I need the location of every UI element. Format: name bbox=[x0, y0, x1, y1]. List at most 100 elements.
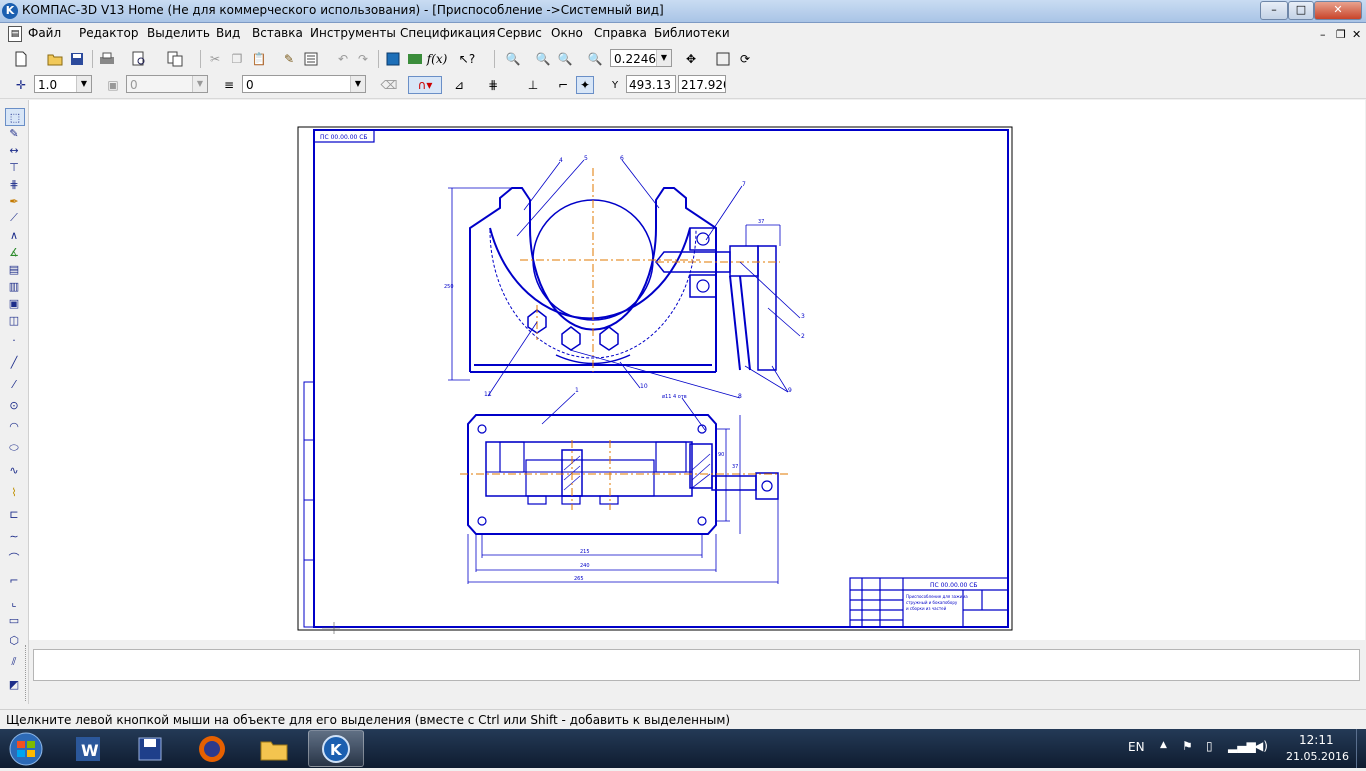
window-titlebar[interactable]: K КОМПАС-3D V13 Home (Не для коммерческо… bbox=[0, 0, 1366, 23]
flag-icon[interactable]: ⚑ bbox=[1182, 739, 1193, 753]
editing-icon[interactable]: ⋕ bbox=[5, 176, 23, 192]
kompas-app-icon[interactable]: K bbox=[2, 3, 18, 19]
mdi-close-button[interactable]: ✕ bbox=[1352, 28, 1361, 41]
close-button[interactable]: ✕ bbox=[1314, 1, 1362, 20]
zoom-in-icon[interactable]: 🔍 bbox=[534, 50, 552, 68]
word-icon[interactable]: W bbox=[60, 730, 116, 767]
chevron-down-icon[interactable]: ▼ bbox=[656, 50, 671, 66]
grid-icon[interactable]: ⋕ bbox=[484, 76, 502, 94]
local-cs-icon[interactable]: ⊥ bbox=[524, 76, 542, 94]
redo-icon[interactable]: ↷ bbox=[354, 50, 372, 68]
layer-combo[interactable]: 0 ▼ bbox=[126, 75, 208, 93]
step-cursor-icon[interactable]: ✛ bbox=[12, 76, 30, 94]
show-all-icon[interactable] bbox=[714, 50, 732, 68]
associative-view-icon[interactable]: ∡ bbox=[5, 244, 23, 260]
mdi-restore-button[interactable]: ❐ bbox=[1336, 28, 1346, 41]
symbols-icon[interactable]: ⊤ bbox=[5, 159, 23, 175]
menu-help[interactable]: Справка bbox=[594, 26, 647, 40]
chevron-down-icon[interactable]: ▼ bbox=[76, 76, 91, 92]
library-icon[interactable] bbox=[406, 50, 424, 68]
spline-icon[interactable]: ∿ bbox=[5, 462, 23, 478]
format-painter-icon[interactable]: ✎ bbox=[280, 50, 298, 68]
open-icon[interactable] bbox=[46, 50, 64, 68]
chevron-down-icon[interactable]: ▼ bbox=[350, 76, 365, 92]
show-desktop-button[interactable] bbox=[1356, 729, 1366, 768]
orthogonal-mode-icon[interactable]: ⌐ bbox=[554, 76, 572, 94]
menu-tools[interactable]: Инструменты bbox=[310, 26, 396, 40]
variables-icon[interactable]: f(x) bbox=[427, 50, 448, 68]
new-document-icon[interactable] bbox=[12, 50, 30, 68]
menu-window[interactable]: Окно bbox=[551, 26, 583, 40]
menu-specification[interactable]: Спецификация bbox=[400, 26, 495, 40]
style-icon[interactable]: ≡ bbox=[220, 76, 238, 94]
fragment-icon[interactable]: ◫ bbox=[5, 312, 23, 328]
menu-service[interactable]: Сервис bbox=[497, 26, 542, 40]
style-combo[interactable]: 0 ▼ bbox=[242, 75, 366, 93]
menu-select[interactable]: Выделить bbox=[147, 26, 210, 40]
show-hidden-icons-icon[interactable]: ▲ bbox=[1160, 740, 1167, 750]
segment-icon[interactable]: ⁄ bbox=[5, 376, 23, 392]
spec-icon[interactable]: ▤ bbox=[5, 261, 23, 277]
ellipse-icon[interactable]: ⬭ bbox=[5, 440, 23, 456]
clock-time[interactable]: 12:11 bbox=[1299, 733, 1334, 747]
ortho-icon[interactable]: ⊿ bbox=[450, 76, 468, 94]
save-icon[interactable] bbox=[68, 50, 86, 68]
fillet-icon[interactable]: ⌞ bbox=[5, 594, 23, 610]
explorer-folder-icon[interactable] bbox=[246, 730, 302, 767]
rectangle-icon[interactable]: ▭ bbox=[5, 612, 23, 628]
menu-libraries[interactable]: Библиотеки bbox=[654, 26, 730, 40]
clock-date[interactable]: 21.05.2016 bbox=[1286, 750, 1349, 763]
report-icon[interactable]: ▥ bbox=[5, 278, 23, 294]
cut-icon[interactable]: ✂ bbox=[206, 50, 224, 68]
measure-icon[interactable]: ⟋ bbox=[5, 210, 23, 226]
coord-x-field[interactable]: 493.13 bbox=[626, 75, 676, 93]
menu-insert[interactable]: Вставка bbox=[252, 26, 303, 40]
paste-icon[interactable]: 📋 bbox=[250, 50, 268, 68]
hatch-icon[interactable]: ⊏ bbox=[5, 506, 23, 522]
device-icon[interactable]: ▯ bbox=[1206, 739, 1213, 753]
chevron-down-icon[interactable]: ▼ bbox=[192, 76, 207, 92]
zoom-out-icon[interactable]: 🔍 bbox=[556, 50, 574, 68]
drawing-canvas[interactable]: ПС 00.00.00 СБ ПС 00.00.00 СБ Приспособл… bbox=[29, 100, 1365, 640]
volume-icon[interactable]: ◀) bbox=[1254, 739, 1268, 753]
preview-icon[interactable] bbox=[130, 50, 148, 68]
print-icon[interactable] bbox=[98, 50, 116, 68]
selection-icon[interactable]: ∧ bbox=[5, 227, 23, 243]
insert-icon[interactable]: ▣ bbox=[5, 295, 23, 311]
network-icon[interactable]: ▂▄▆ bbox=[1228, 739, 1256, 753]
copy-icon[interactable]: ❐ bbox=[228, 50, 246, 68]
menu-editor[interactable]: Редактор bbox=[79, 26, 138, 40]
menu-view[interactable]: Вид bbox=[216, 26, 240, 40]
point-icon[interactable]: · bbox=[5, 332, 23, 348]
step-combo[interactable]: 1.0 ▼ bbox=[34, 75, 92, 93]
kompas-icon[interactable]: K bbox=[308, 730, 364, 767]
arc-icon[interactable]: ◠ bbox=[5, 418, 23, 434]
language-indicator[interactable]: EN bbox=[1128, 740, 1145, 754]
print-setup-icon[interactable] bbox=[166, 50, 184, 68]
chamfer-icon[interactable]: ⌐ bbox=[5, 572, 23, 588]
layer-icon[interactable]: ▣ bbox=[104, 76, 122, 94]
properties-icon[interactable] bbox=[302, 50, 320, 68]
save-disk-icon[interactable] bbox=[122, 730, 178, 767]
zoom-window-icon[interactable]: 🔍 bbox=[504, 50, 522, 68]
properties-box[interactable] bbox=[33, 649, 1360, 681]
snap-magnet-icon[interactable]: ∩▾ bbox=[408, 76, 442, 94]
fill-icon[interactable]: ◩ bbox=[5, 676, 23, 692]
geometry-icon[interactable]: ✎ bbox=[5, 125, 23, 141]
contour-icon[interactable]: ∼ bbox=[5, 528, 23, 544]
pan-icon[interactable]: ✥ bbox=[682, 50, 700, 68]
polygon-icon[interactable]: ⬡ bbox=[5, 632, 23, 648]
manager-icon[interactable] bbox=[384, 50, 402, 68]
clear-grid-icon[interactable]: ⌫ bbox=[380, 76, 398, 94]
select-icon[interactable]: ⬚ bbox=[5, 108, 25, 126]
auxiliary-line-icon[interactable]: ╱ bbox=[5, 354, 23, 370]
panel-grip[interactable] bbox=[25, 645, 28, 701]
circle-icon[interactable]: ⊙ bbox=[5, 397, 23, 413]
parametrization-icon[interactable]: ✒ bbox=[5, 193, 23, 209]
start-button[interactable] bbox=[2, 730, 50, 768]
maximize-button[interactable]: □ bbox=[1288, 1, 1314, 20]
coord-y-field[interactable]: 217.920 bbox=[678, 75, 726, 93]
menu-file[interactable]: Файл bbox=[28, 26, 61, 40]
equidistant-icon[interactable]: ⫽ bbox=[5, 654, 23, 670]
zoom-combo[interactable]: 0.2246 ▼ bbox=[610, 49, 672, 67]
